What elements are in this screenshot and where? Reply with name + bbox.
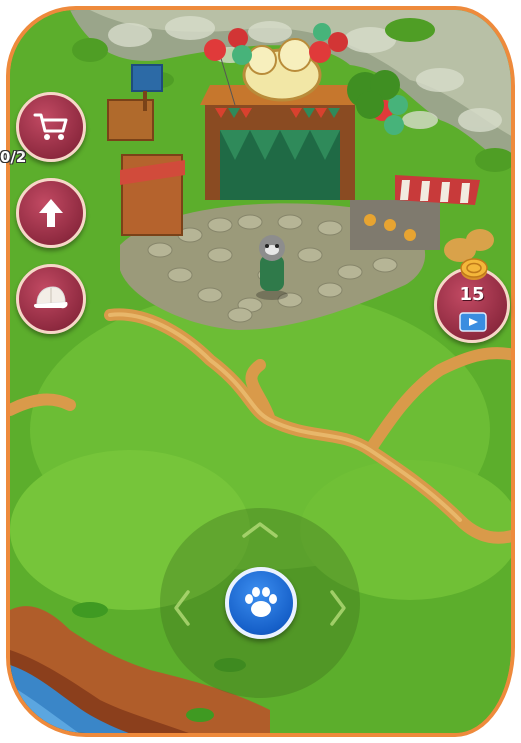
tickets-button[interactable]: 15 <box>434 258 510 343</box>
wardrobe-button[interactable] <box>16 264 86 334</box>
quest-counter: 0/2 <box>0 148 27 166</box>
chevron-up-icon[interactable] <box>240 520 280 540</box>
up-arrow-icon <box>39 199 63 227</box>
action-paw-button[interactable] <box>225 567 297 639</box>
chevron-right-icon[interactable] <box>328 588 348 628</box>
shopping-cart-icon <box>33 113 68 140</box>
coin-icon <box>460 258 488 280</box>
upgrade-button[interactable] <box>16 178 86 248</box>
cap-icon <box>33 286 68 309</box>
ticket-icon <box>459 312 487 332</box>
shop-button[interactable] <box>16 92 86 162</box>
tickets-count: 15 <box>459 284 485 305</box>
chevron-left-icon[interactable] <box>172 588 192 628</box>
paw-icon <box>245 587 277 617</box>
